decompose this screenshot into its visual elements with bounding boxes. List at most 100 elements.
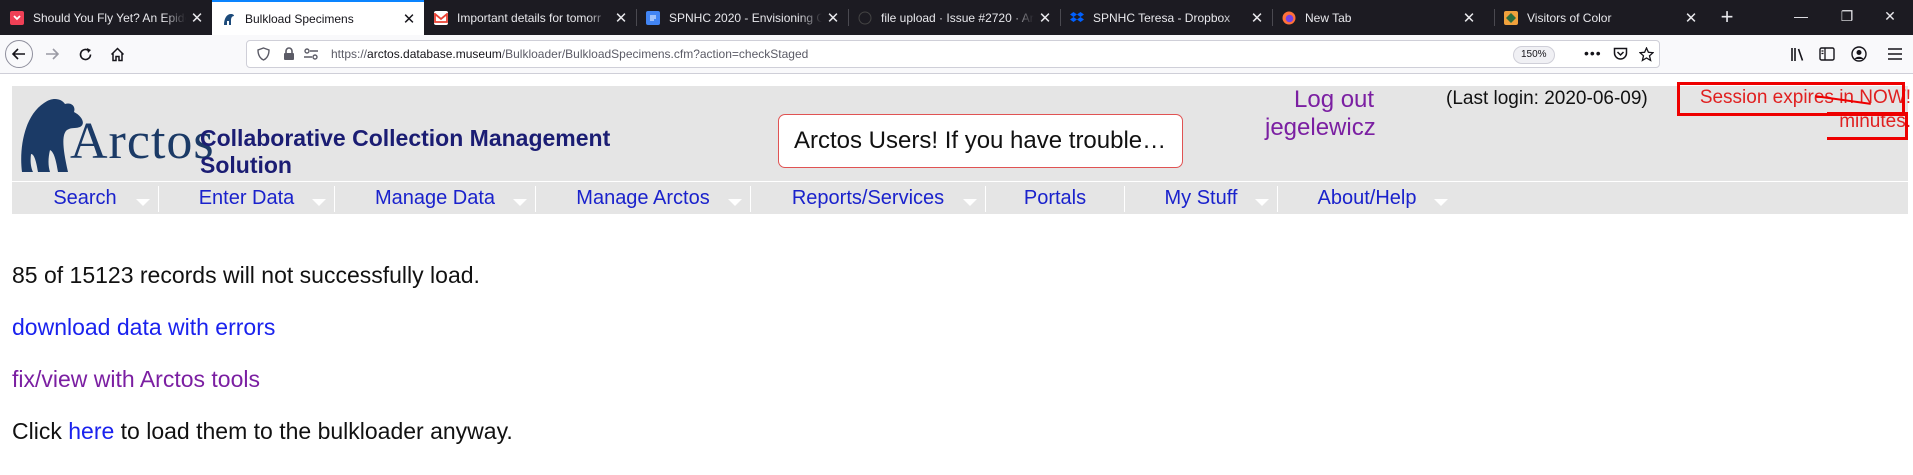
annotation-box [1827,112,1908,140]
tab-divider [848,9,849,26]
close-tab-icon[interactable]: ✕ [1680,9,1702,27]
tab-title: New Tab [1305,10,1352,25]
tab-divider [1060,9,1061,26]
close-tab-icon[interactable]: ✕ [822,9,844,27]
browser-tab[interactable]: SPNHC 2020 - Envisioning Co ✕ [636,0,848,35]
tab-title: SPNHC 2020 - Envisioning Co [669,10,822,25]
home-button[interactable] [103,40,131,68]
bookmark-star-icon[interactable] [1638,46,1655,67]
app-name: Collaborative Collection Management Solu… [200,125,611,178]
back-arrow-icon [12,48,25,60]
last-login: (Last login: 2020-06-09) [1446,88,1648,109]
menu-button[interactable] [1881,40,1909,68]
close-tab-icon[interactable]: ✕ [1458,9,1480,27]
dropdown-caret-icon [513,199,527,206]
arctos-logo[interactable]: Arctos [16,94,214,174]
tab-title: file upload · Issue #2720 · Arc [881,10,1034,25]
tab-title: SPNHC Teresa - Dropbox [1093,10,1231,25]
account-button[interactable] [1845,40,1873,68]
reload-icon [79,47,91,60]
tab-title: Important details for tomorr [457,10,602,25]
dropdown-caret-icon [312,199,326,206]
menu-portals[interactable]: Portals [986,182,1124,214]
new-tab-button[interactable]: + [1715,0,1739,35]
github-icon [858,10,872,25]
forward-arrow-icon [46,48,59,60]
tab-title: Visitors of Color [1527,10,1612,25]
tab-title: Should You Fly Yet? An Epide [33,10,186,25]
menu-label: About/Help [1317,187,1417,209]
permissions-icon[interactable] [303,47,319,66]
menu-label: Portals [1023,187,1087,209]
hamburger-icon [1888,48,1902,60]
close-tab-icon[interactable]: ✕ [186,9,208,27]
url-scheme: https:// [331,47,368,61]
browser-tab-active[interactable]: Bulkload Specimens ✕ [212,0,424,35]
browser-tab[interactable]: Important details for tomorr ✕ [424,0,636,35]
tab-strip: Should You Fly Yet? An Epide ✕ Bulkload … [0,0,1913,35]
minimize-icon[interactable]: — [1778,0,1824,35]
forward-button[interactable] [38,40,66,68]
main-menu: Search Enter Data Manage Data Manage Arc… [12,182,1908,214]
close-tab-icon[interactable]: ✕ [1034,9,1056,27]
user-notice-banner[interactable]: Arctos Users! If you have trouble… [778,114,1183,168]
address-bar[interactable]: https://arctos.database.museum/Bulkloade… [246,40,1660,68]
pocket-icon [10,10,24,25]
restore-icon[interactable]: ❐ [1824,0,1870,35]
zoom-indicator[interactable]: 150% [1513,46,1555,64]
logout-link[interactable]: Log out [1294,86,1374,114]
browser-tab[interactable]: file upload · Issue #2720 · Arc ✕ [848,0,1060,35]
menu-label: Reports/Services [791,187,945,209]
home-icon [110,46,124,61]
tab-title: Bulkload Specimens [245,11,354,26]
tab-divider [1272,9,1273,26]
menu-my-stuff[interactable]: My Stuff [1125,182,1277,214]
menu-label: Search [53,187,117,209]
browser-tab[interactable]: Visitors of Color ✕ [1494,0,1706,35]
close-tab-icon[interactable]: ✕ [398,10,420,28]
lock-icon[interactable] [283,47,295,66]
browser-tab[interactable]: Should You Fly Yet? An Epide ✕ [0,0,212,35]
page-actions-icon[interactable]: ••• [1584,45,1602,61]
load-prefix: Click [12,418,69,444]
menu-reports-services[interactable]: Reports/Services [751,182,985,214]
navigation-toolbar: https://arctos.database.museum/Bulkloade… [0,35,1913,74]
load-anyway-link[interactable]: here [68,418,114,444]
menu-manage-arctos[interactable]: Manage Arctos [536,182,750,214]
arctos-bear-icon [222,12,236,26]
close-tab-icon[interactable]: ✕ [610,9,632,27]
close-window-icon[interactable]: ✕ [1867,0,1913,35]
url-text[interactable]: https://arctos.database.museum/Bulkloade… [331,41,808,67]
firefox-icon [1282,11,1296,25]
load-suffix: to load them to the bulkloader anyway. [114,418,513,444]
menu-label: Manage Data [374,187,496,209]
pocket-save-icon[interactable] [1613,47,1628,66]
site-icon [1504,10,1518,25]
library-button[interactable] [1784,40,1812,68]
shield-icon[interactable] [257,47,270,66]
dropdown-caret-icon [136,199,150,206]
library-icon [1791,47,1804,61]
close-tab-icon[interactable]: ✕ [1246,9,1268,27]
logo-wordmark: Arctos [70,113,215,170]
dropbox-icon [1070,11,1084,25]
site-header: Arctos Collaborative Collection Manageme… [12,82,1911,181]
menu-enter-data[interactable]: Enter Data [159,182,334,214]
menu-search[interactable]: Search [12,182,158,214]
sidebar-icon [1819,47,1835,61]
back-button[interactable] [5,40,33,68]
sidebar-button[interactable] [1813,40,1841,68]
account-icon [1851,46,1867,62]
fix-view-tools-link[interactable]: fix/view with Arctos tools [12,366,260,392]
download-errors-link[interactable]: download data with errors [12,314,275,340]
browser-tab[interactable]: SPNHC Teresa - Dropbox ✕ [1060,0,1272,35]
url-path: /Bulkloader/BulkloadSpecimens.cfm?action… [501,47,809,61]
browser-tab[interactable]: New Tab ✕ [1272,0,1484,35]
url-host: arctos.database.museum [367,47,502,61]
menu-label: Enter Data [198,187,295,209]
annotation-box [1677,82,1905,116]
menu-about-help[interactable]: About/Help [1278,182,1456,214]
menu-manage-data[interactable]: Manage Data [335,182,535,214]
load-status-text: 85 of 15123 records will not successfull… [12,262,480,288]
reload-button[interactable] [71,40,99,68]
